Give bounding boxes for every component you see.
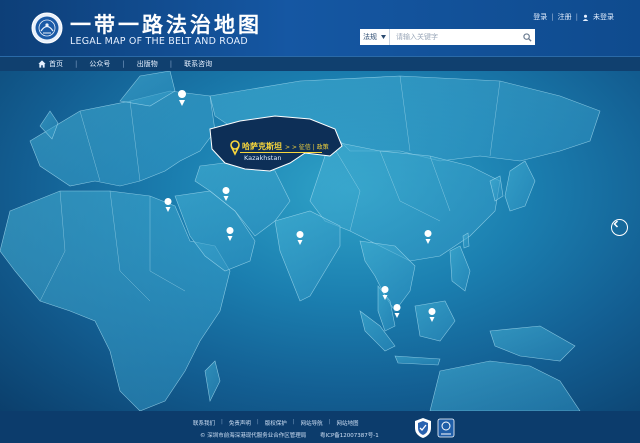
india-landmass	[274, 210, 341, 302]
search-bar: 法规	[360, 29, 535, 45]
australia-landmass	[429, 360, 581, 411]
map-landmass	[0, 71, 601, 411]
separator: |	[328, 419, 331, 425]
separator: |	[575, 13, 578, 21]
home-icon	[38, 60, 46, 68]
search-input[interactable]	[390, 30, 519, 44]
register-link[interactable]: 注册	[558, 12, 572, 22]
madagascar-landmass	[204, 360, 221, 402]
world-map[interactable]: 哈萨克斯坦 > > 征信 | 政策 Kazakhstan	[0, 71, 640, 411]
footer-copyright: © 深圳市前海深港现代服务业合作区管理局 粤ICP备12007387号-1	[200, 431, 379, 439]
selected-country-underline	[240, 152, 322, 153]
footer-links: 联系我们 | 免责声明 | 版权保护 | 网站导航 | 网站地图	[193, 419, 359, 427]
icp-number[interactable]: 粤ICP备12007387号-1	[320, 433, 379, 439]
java-landmass	[394, 355, 441, 366]
site-title: 一带一路法治地图	[70, 13, 262, 37]
next-arrow-button[interactable]	[611, 219, 628, 236]
separator: |	[256, 419, 259, 425]
nav-home-label: 首页	[49, 60, 63, 68]
search-button[interactable]	[519, 29, 535, 45]
footer-link-navigation[interactable]: 网站导航	[301, 419, 323, 427]
nav-separator: |	[122, 60, 125, 68]
header: 一带一路法治地图 LEGAL MAP OF THE BELT AND ROAD …	[0, 0, 640, 56]
search-category-value: 法规	[363, 33, 377, 41]
footer-link-contact[interactable]: 联系我们	[193, 419, 215, 427]
site-subtitle: LEGAL MAP OF THE BELT AND ROAD	[70, 36, 248, 47]
nav-publications-label: 出版物	[136, 60, 158, 68]
selected-country-name-en: Kazakhstan	[244, 154, 282, 162]
separator: |	[292, 419, 295, 425]
japan-landmass	[504, 160, 536, 212]
government-badge-icon[interactable]	[414, 418, 432, 438]
footer: 联系我们 | 免责声明 | 版权保护 | 网站导航 | 网站地图 © 深圳市前海…	[0, 411, 640, 443]
nav-consult[interactable]: 联系咨询	[184, 59, 212, 69]
footer-link-copyright[interactable]: 版权保护	[265, 419, 287, 427]
user-icon	[582, 14, 589, 21]
chevron-left-icon	[613, 220, 619, 228]
site-logo-icon[interactable]	[31, 12, 63, 44]
europe-landmass	[29, 90, 216, 187]
login-status: 未登录	[593, 13, 614, 21]
selected-country-name[interactable]: 哈萨克斯坦	[242, 141, 282, 152]
borneo-landmass	[414, 300, 456, 342]
nav-wechat-label: 公众号	[89, 60, 111, 68]
nav-home[interactable]: 首页	[38, 59, 63, 69]
nav-separator: |	[169, 60, 173, 68]
search-icon	[522, 32, 532, 42]
selected-country-links[interactable]: > > 征信 | 政策	[285, 142, 329, 151]
search-category-select[interactable]: 法规	[360, 29, 390, 45]
taiwan-landmass	[462, 232, 470, 249]
footer-link-disclaimer[interactable]: 免责声明	[229, 419, 251, 427]
verification-badge-icon[interactable]	[437, 418, 455, 438]
philippines-landmass	[449, 245, 471, 292]
separator: |	[551, 13, 554, 21]
footer-link-sitemap[interactable]: 网站地图	[337, 419, 359, 427]
caret-down-icon	[381, 35, 386, 39]
nav-publications[interactable]: 出版物	[137, 59, 158, 69]
user-links: 登录 | 注册 | 未登录	[533, 12, 614, 22]
login-link[interactable]: 登录	[533, 12, 547, 22]
nav-wechat[interactable]: 公众号	[89, 59, 110, 69]
copyright-text: © 深圳市前海深港现代服务业合作区管理局	[200, 433, 307, 439]
separator: |	[221, 419, 223, 425]
nav-consult-label: 联系咨询	[184, 60, 213, 68]
main-nav: 首页 | 公众号 | 出版物 | 联系咨询	[0, 56, 640, 71]
nav-separator: |	[75, 60, 78, 68]
new-guinea-landmass	[489, 325, 576, 362]
